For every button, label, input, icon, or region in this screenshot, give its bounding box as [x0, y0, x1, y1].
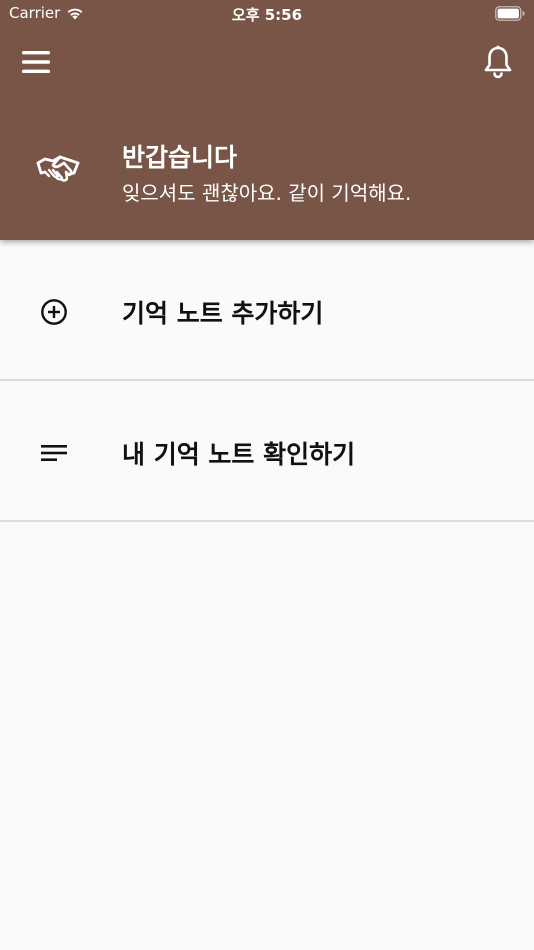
list-lines-icon	[41, 445, 67, 461]
view-my-memory-notes-label: 내 기억 노트 확인하기	[122, 440, 356, 469]
handshake-icon	[36, 155, 80, 182]
add-memory-note-label: 기억 노트 추가하기	[122, 299, 324, 328]
status-time: 오후 5:56	[231, 6, 303, 24]
app-header: Carrier 오후 5:56 반갑습니다 잊으셔도 괜찮아요. 같이 기억해요…	[0, 0, 534, 240]
menu-list: 기억 노트 추가하기 내 기억 노트 확인하기	[0, 240, 534, 522]
menu-button[interactable]	[14, 40, 58, 84]
bell-icon	[484, 45, 512, 79]
add-circle-icon	[41, 299, 67, 325]
status-bar: Carrier 오후 5:56	[0, 0, 534, 28]
battery-icon	[495, 6, 525, 21]
greeting-subtitle: 잊으셔도 괜찮아요. 같이 기억해요.	[122, 181, 412, 205]
view-my-memory-notes-item[interactable]: 내 기억 노트 확인하기	[0, 381, 534, 522]
notifications-button[interactable]	[476, 40, 520, 84]
hamburger-menu-icon	[22, 51, 50, 73]
greeting-title: 반갑습니다	[122, 143, 238, 172]
add-memory-note-item[interactable]: 기억 노트 추가하기	[0, 240, 534, 381]
